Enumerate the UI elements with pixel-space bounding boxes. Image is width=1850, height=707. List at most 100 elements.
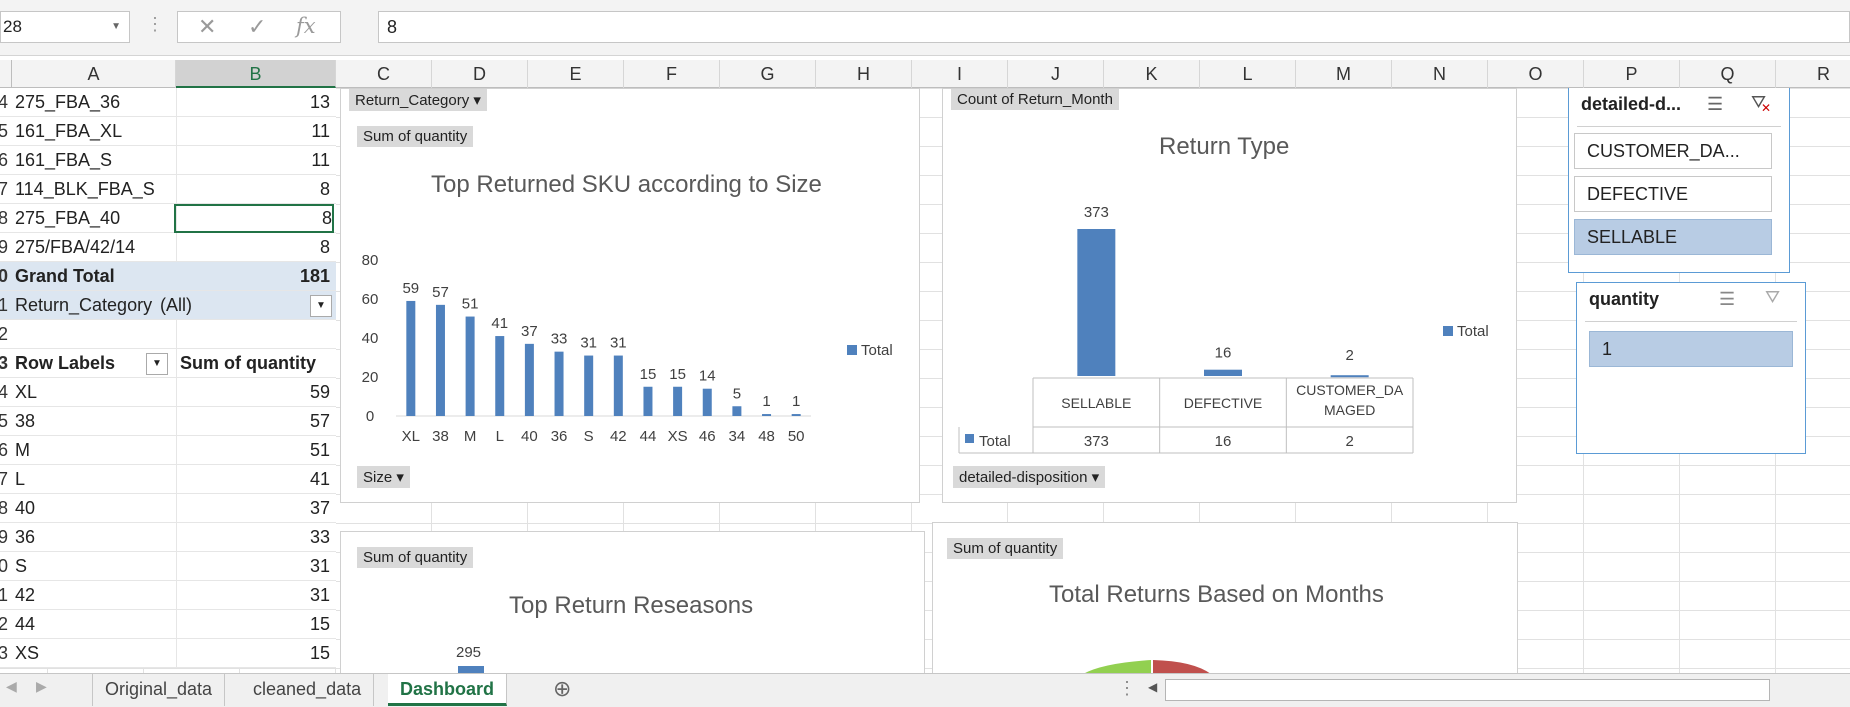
column-header-a[interactable]: A bbox=[12, 60, 176, 88]
clear-filter-icon[interactable]: ⛛ ✕ bbox=[1751, 92, 1771, 115]
cell-b[interactable]: 57 bbox=[310, 407, 330, 436]
bar[interactable] bbox=[1204, 369, 1242, 376]
pivot-row[interactable]: 2 44 15 bbox=[0, 610, 336, 639]
multi-select-icon[interactable]: ☰ bbox=[1707, 94, 1723, 115]
cell-a[interactable]: 161_FBA_XL bbox=[15, 117, 122, 146]
pivot-row[interactable]: 3 XS 15 bbox=[0, 639, 336, 668]
bar[interactable] bbox=[702, 388, 712, 416]
insert-function-icon[interactable]: fx bbox=[296, 14, 316, 38]
row-number[interactable]: 3 bbox=[0, 639, 8, 668]
cell-a[interactable]: 275/FBA/42/14 bbox=[15, 233, 135, 262]
cell-a[interactable]: Row Labels bbox=[15, 349, 115, 378]
chart-top-sku[interactable]: Return_Category ▾ Sum of quantity Top Re… bbox=[340, 88, 920, 503]
clear-filter-icon[interactable]: ⛛ bbox=[1765, 287, 1780, 308]
sheet-tab-cleaned-data[interactable]: cleaned_data bbox=[241, 674, 375, 706]
row-number[interactable]: 9 bbox=[0, 233, 8, 262]
sort-filter-icon[interactable]: ▼ bbox=[146, 353, 168, 375]
bar[interactable] bbox=[791, 414, 801, 416]
cell-b[interactable]: 15 bbox=[310, 639, 330, 668]
cell-a[interactable]: Return_Category bbox=[15, 291, 152, 320]
column-header-m[interactable]: M bbox=[1296, 60, 1392, 88]
bar[interactable] bbox=[406, 300, 416, 416]
bar[interactable] bbox=[554, 351, 564, 416]
more-options-icon[interactable]: ⋮ bbox=[146, 14, 164, 35]
row-number[interactable]: 7 bbox=[0, 175, 8, 204]
cell-a[interactable]: 36 bbox=[15, 523, 35, 552]
cell-a[interactable]: 275_FBA_40 bbox=[15, 204, 120, 233]
cell-a[interactable]: S bbox=[15, 552, 27, 581]
row-number[interactable]: 4 bbox=[0, 88, 8, 117]
bar[interactable] bbox=[762, 414, 772, 416]
pivot-row[interactable]: 9 275/FBA/42/14 8 bbox=[0, 233, 336, 262]
column-header-r[interactable]: R bbox=[1776, 60, 1850, 88]
pivot-row[interactable]: 8 275_FBA_40 8 bbox=[0, 204, 336, 233]
disposition-axis-button[interactable]: detailed-disposition ▾ bbox=[953, 466, 1106, 488]
cell-a[interactable]: L bbox=[15, 465, 25, 494]
row-number[interactable]: 0 bbox=[0, 552, 8, 581]
cell-a[interactable]: 38 bbox=[15, 407, 35, 436]
slicer-item[interactable]: DEFECTIVE bbox=[1574, 176, 1772, 212]
enter-icon[interactable]: ✓ bbox=[248, 14, 266, 40]
cell-a[interactable]: M bbox=[15, 436, 30, 465]
column-header-g[interactable]: G bbox=[720, 60, 816, 88]
pivot-row[interactable]: 6 161_FBA_S 11 bbox=[0, 146, 336, 175]
bar[interactable] bbox=[435, 304, 445, 416]
pivot-row[interactable]: 6 M 51 bbox=[0, 436, 336, 465]
column-header-i[interactable]: I bbox=[912, 60, 1008, 88]
row-number[interactable]: 1 bbox=[0, 291, 8, 320]
row-number[interactable]: 6 bbox=[0, 436, 8, 465]
scroll-left-icon[interactable]: ◀ bbox=[1148, 680, 1157, 694]
pivot-row[interactable]: 1 Return_Category (All) ▼ bbox=[0, 291, 336, 320]
column-header-f[interactable]: F bbox=[624, 60, 720, 88]
row-number[interactable]: 1 bbox=[0, 581, 8, 610]
chart-returns-by-month[interactable]: Sum of quantity Total Returns Based on M… bbox=[932, 522, 1518, 674]
cell-b[interactable]: 31 bbox=[310, 552, 330, 581]
cell-b[interactable]: 33 bbox=[310, 523, 330, 552]
cell-a[interactable]: 44 bbox=[15, 610, 35, 639]
multi-select-icon[interactable]: ☰ bbox=[1719, 289, 1735, 310]
pivot-row[interactable]: 8 40 37 bbox=[0, 494, 336, 523]
chart-return-type[interactable]: Count of Return_Month Return Type 373 16 2… bbox=[942, 88, 1517, 503]
select-all-corner[interactable] bbox=[0, 60, 12, 88]
column-header-b[interactable]: B bbox=[176, 60, 336, 88]
cell-b[interactable]: (All) bbox=[160, 291, 292, 320]
bar[interactable] bbox=[732, 406, 742, 416]
cell-a[interactable]: 161_FBA_S bbox=[15, 146, 112, 175]
row-number[interactable]: 3 bbox=[0, 349, 8, 378]
sheet-tab-dashboard[interactable]: Dashboard bbox=[388, 674, 508, 706]
column-header-c[interactable]: C bbox=[336, 60, 432, 88]
sheet-tab-original-data[interactable]: Original_data bbox=[92, 674, 226, 706]
cell-a[interactable]: XS bbox=[15, 639, 39, 668]
cell-a[interactable]: 114_BLK_FBA_S bbox=[15, 175, 155, 204]
cell-b[interactable]: 8 bbox=[174, 204, 334, 233]
value-field-button[interactable]: Sum of quantity bbox=[357, 547, 474, 568]
column-header-l[interactable]: L bbox=[1200, 60, 1296, 88]
cell-b[interactable]: 8 bbox=[320, 175, 330, 204]
formula-input[interactable]: 8 bbox=[378, 11, 1850, 43]
row-number[interactable]: 4 bbox=[0, 378, 8, 407]
slicer-item[interactable]: CUSTOMER_DA... bbox=[1574, 133, 1772, 169]
column-header-h[interactable]: H bbox=[816, 60, 912, 88]
pivot-row[interactable]: 0 S 31 bbox=[0, 552, 336, 581]
row-number[interactable]: 8 bbox=[0, 204, 8, 233]
bar[interactable] bbox=[1077, 229, 1116, 376]
chevron-down-icon[interactable]: ▼ bbox=[111, 12, 121, 42]
row-number[interactable]: 6 bbox=[0, 146, 8, 175]
horizontal-scrollbar[interactable] bbox=[1165, 679, 1770, 701]
pivot-row[interactable]: 4 XL 59 bbox=[0, 378, 336, 407]
cell-b[interactable]: 59 bbox=[310, 378, 330, 407]
bar[interactable] bbox=[584, 355, 594, 416]
column-header-p[interactable]: P bbox=[1584, 60, 1680, 88]
bar[interactable] bbox=[1330, 375, 1369, 378]
scroll-right-icon[interactable]: ▶ bbox=[36, 678, 47, 695]
cell-a[interactable]: XL bbox=[15, 378, 37, 407]
bar[interactable] bbox=[643, 386, 653, 416]
column-header-d[interactable]: D bbox=[432, 60, 528, 88]
bar[interactable] bbox=[524, 343, 534, 416]
cell-a[interactable]: Grand Total bbox=[15, 262, 115, 291]
slicer-item[interactable]: 1 bbox=[1589, 331, 1793, 367]
scroll-left-icon[interactable]: ◀ bbox=[6, 678, 17, 695]
add-sheet-icon[interactable]: ⊕ bbox=[553, 676, 571, 702]
chart-top-return-reasons[interactable]: Sum of quantity Top Return Reseasons 295 bbox=[340, 531, 925, 674]
cell-b[interactable]: 181 bbox=[300, 262, 330, 291]
